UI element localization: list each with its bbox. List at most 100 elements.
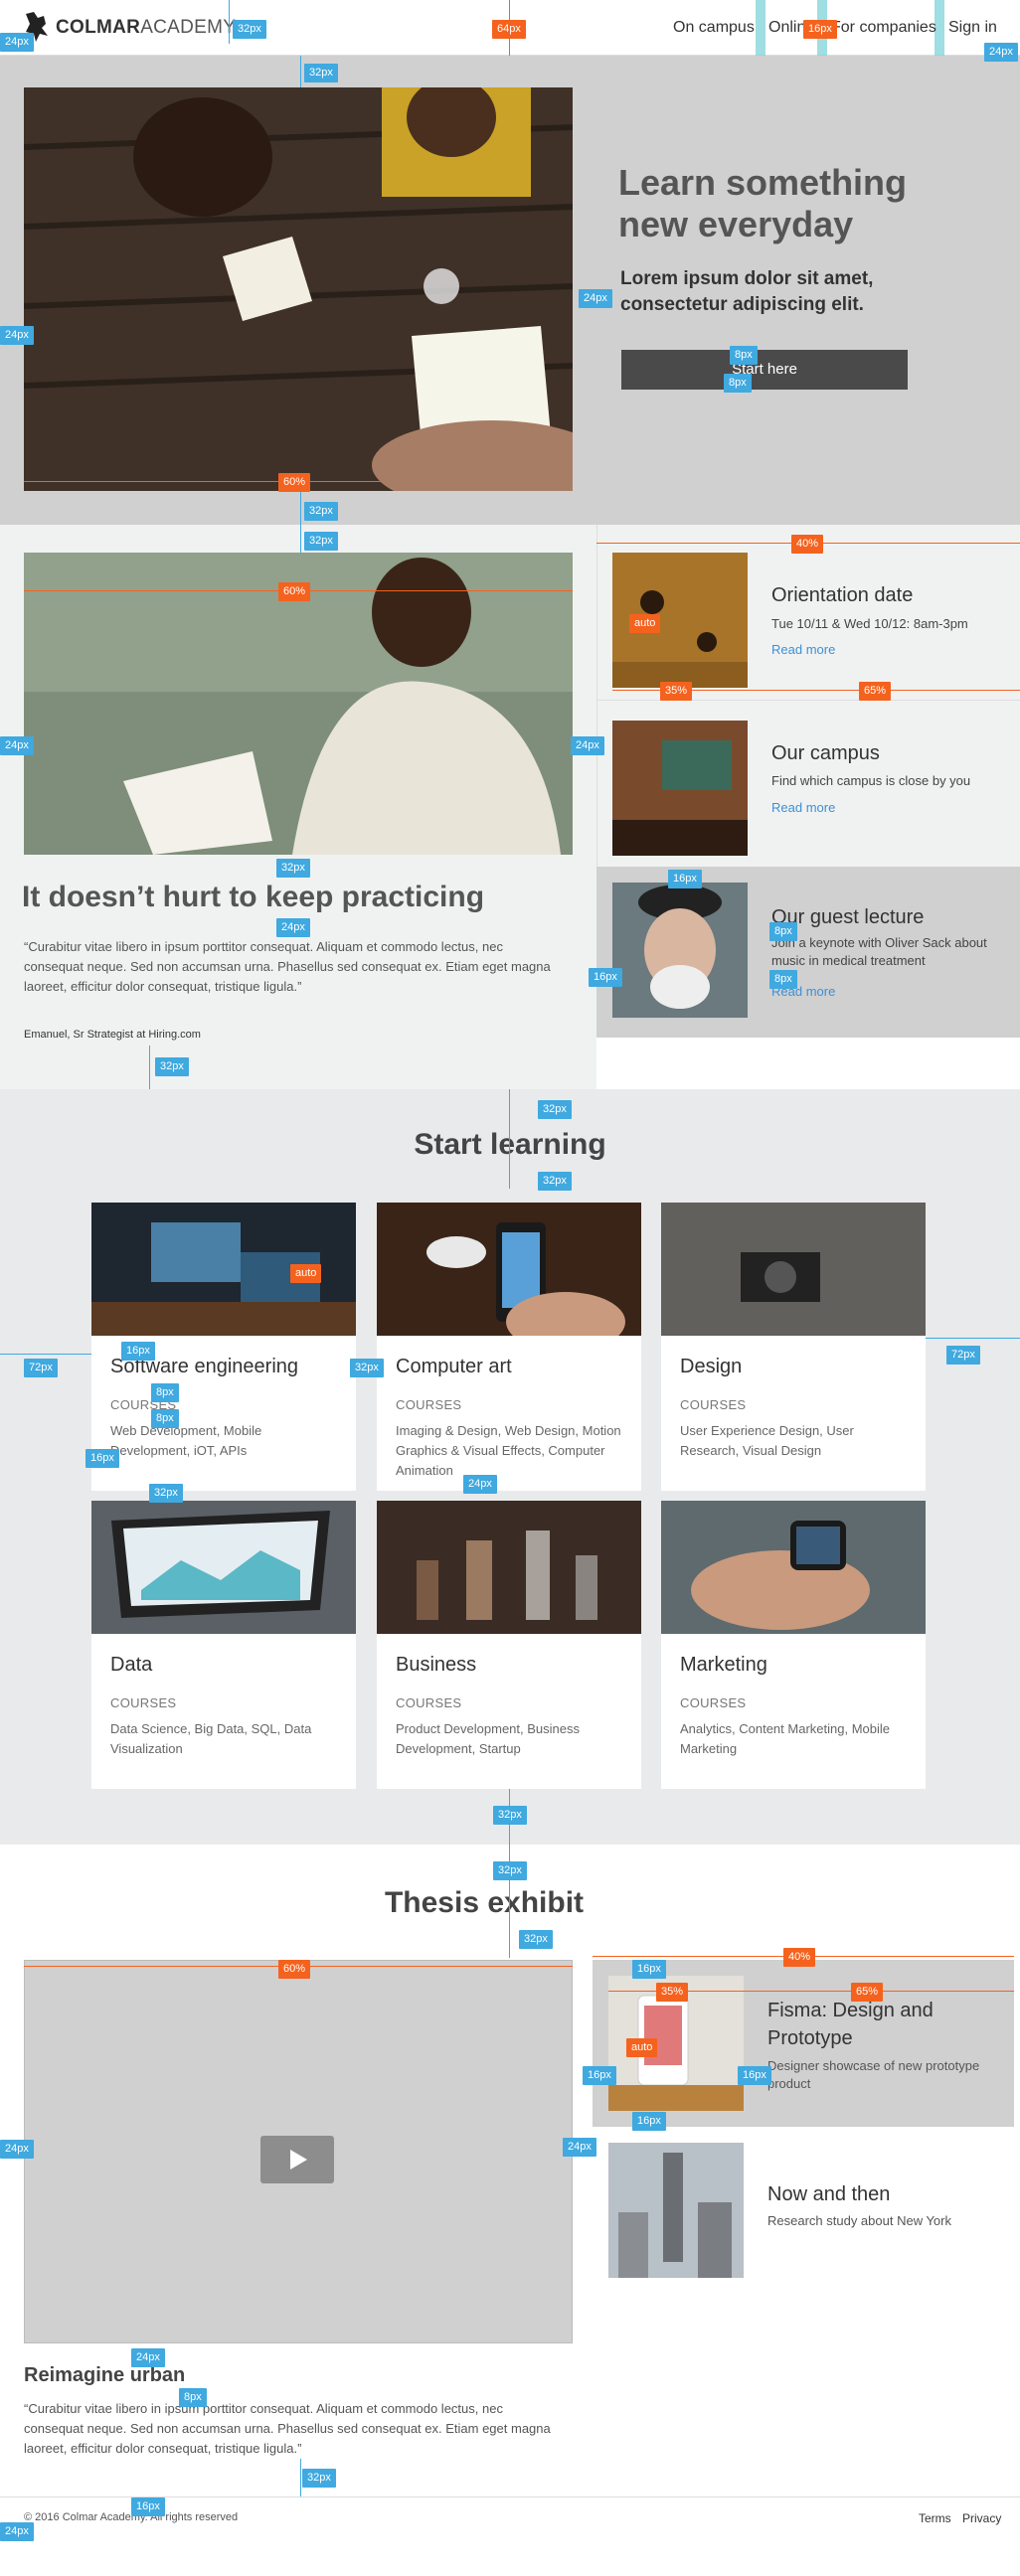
spacing-label: 16px: [131, 2497, 165, 2516]
logo-wordmark[interactable]: COLMARACADEMY: [56, 17, 236, 39]
course-image: [377, 1203, 641, 1336]
course-image: [91, 1501, 356, 1634]
event-desc: Join a keynote with Oliver Sack about mu…: [771, 935, 987, 968]
spacing-label: 8px: [151, 1383, 179, 1402]
spacing-label: 24px: [571, 736, 604, 755]
spacing-guide: [149, 1046, 150, 1089]
project-desc: Designer showcase of new prototype produ…: [767, 2058, 980, 2091]
event-item[interactable]: Our guest lecture Join a keynote with Ol…: [596, 867, 1020, 1038]
nav-sign-in[interactable]: Sign in: [948, 19, 997, 37]
event-desc: Tue 10/11 & Wed 10/12: 8am-3pm: [771, 616, 968, 631]
practice-author: Emanuel, Sr Strategist at Hiring.com: [24, 1029, 201, 1041]
course-kicker: COURSES: [680, 1397, 747, 1412]
course-card[interactable]: Computer art COURSES Imaging & Design, W…: [377, 1203, 641, 1491]
spacing-label: 16px: [668, 870, 702, 888]
width-label: 35%: [656, 1983, 689, 2002]
width-label: 65%: [859, 682, 892, 701]
event-thumbnail: [612, 883, 748, 1018]
course-image: [661, 1203, 926, 1336]
width-label: auto: [290, 1264, 322, 1283]
width-label: auto: [626, 2038, 658, 2057]
spacing-guide: [926, 1338, 1020, 1339]
spacing-label: 24px: [463, 1475, 497, 1494]
course-title: Data: [110, 1654, 153, 1676]
course-title: Computer art: [396, 1356, 512, 1377]
spacing-label: 32px: [276, 859, 310, 878]
course-kicker: COURSES: [396, 1695, 462, 1710]
video-caption: Reimagine urban: [24, 2364, 186, 2386]
spacing-label: 72px: [24, 1359, 58, 1377]
course-image: [377, 1501, 641, 1634]
spacing-label: 32px: [304, 502, 338, 521]
width-label: 40%: [791, 535, 824, 554]
course-desc: User Experience Design, User Research, V…: [680, 1423, 854, 1458]
course-card[interactable]: Business COURSES Product Development, Bu…: [377, 1501, 641, 1789]
spacing-label: 32px: [302, 2469, 336, 2488]
spacing-label: 8px: [179, 2388, 207, 2407]
spacing-label: 32px: [538, 1100, 572, 1119]
spacing-label: 16px: [803, 20, 837, 39]
spacing-guide: [300, 491, 301, 553]
course-kicker: COURSES: [110, 1695, 177, 1710]
project-desc: Research study about New York: [767, 2213, 951, 2228]
spacing-guide: [229, 0, 230, 44]
thesis-title: Thesis exhibit: [384, 1886, 585, 1919]
play-icon: [290, 2150, 307, 2170]
width-label: 35%: [660, 682, 693, 701]
nav-for-companies[interactable]: For companies: [831, 19, 936, 37]
read-more-link[interactable]: Read more: [771, 800, 835, 815]
course-title: Business: [396, 1654, 477, 1676]
project-title: Fisma: Design and Prototype: [767, 2000, 934, 2049]
practice-quote: “Curabitur vitae libero in ipsum porttit…: [24, 939, 551, 994]
event-title: Our campus: [771, 742, 880, 764]
spacing-label: 8px: [769, 922, 797, 941]
width-label: 60%: [278, 1960, 311, 1979]
read-more-link[interactable]: Read more: [771, 642, 835, 657]
thesis-project[interactable]: Now and then Research study about New Yo…: [593, 2127, 1014, 2294]
play-button[interactable]: [260, 2136, 334, 2183]
spacing-label: 24px: [276, 918, 310, 937]
course-card[interactable]: Design COURSES User Experience Design, U…: [661, 1203, 926, 1491]
spacing-label: 8px: [151, 1409, 179, 1428]
course-title: Marketing: [680, 1654, 767, 1676]
spacing-label: 32px: [519, 1930, 553, 1949]
terms-link[interactable]: Terms: [919, 2511, 951, 2525]
spacing-label: 32px: [350, 1359, 384, 1377]
width-label: 40%: [783, 1948, 816, 1967]
event-item[interactable]: Our campus Find which campus is close by…: [596, 700, 1020, 867]
course-desc: Data Science, Big Data, SQL, Data Visual…: [110, 1721, 312, 1756]
spacing-label: 16px: [738, 2066, 771, 2085]
event-desc: Find which campus is close by you: [771, 773, 971, 788]
spacing-label: 16px: [85, 1449, 119, 1468]
event-thumbnail: [612, 721, 748, 856]
event-title: Orientation date: [771, 584, 914, 606]
spacing-label: 32px: [304, 64, 338, 82]
hero-title: Learn something new everyday: [618, 162, 908, 244]
privacy-link[interactable]: Privacy: [962, 2511, 1001, 2525]
spacing-label: 16px: [121, 1342, 155, 1361]
spacing-label: 24px: [0, 33, 34, 52]
course-desc: Product Development, Business Developmen…: [396, 1721, 580, 1756]
course-card[interactable]: Marketing COURSES Analytics, Content Mar…: [661, 1501, 926, 1789]
spacing-guide: [300, 56, 301, 87]
spacing-label: 24px: [0, 2140, 34, 2159]
start-here-button[interactable]: Start here: [621, 350, 908, 390]
start-learning-title: Start learning: [414, 1128, 606, 1161]
hero-image: [24, 87, 573, 491]
nav-on-campus[interactable]: On campus: [673, 19, 755, 37]
width-label: 60%: [278, 473, 311, 492]
course-kicker: COURSES: [396, 1397, 462, 1412]
width-label: 65%: [851, 1983, 884, 2002]
course-title: Design: [680, 1356, 743, 1377]
width-label: auto: [629, 614, 661, 633]
spacing-label: 24px: [563, 2138, 596, 2157]
spacing-label: 32px: [493, 1861, 527, 1880]
course-card[interactable]: Data COURSES Data Science, Big Data, SQL…: [91, 1501, 356, 1789]
width-label: 60%: [278, 582, 311, 601]
spacing-label: 24px: [0, 736, 34, 755]
spacing-label: 16px: [632, 2112, 666, 2131]
course-desc: Imaging & Design, Web Design, Motion Gra…: [396, 1423, 621, 1478]
spacing-label: 32px: [493, 1806, 527, 1825]
practice-title: It doesn’t hurt to keep practicing: [22, 881, 485, 913]
spacing-guide: [0, 1354, 91, 1355]
